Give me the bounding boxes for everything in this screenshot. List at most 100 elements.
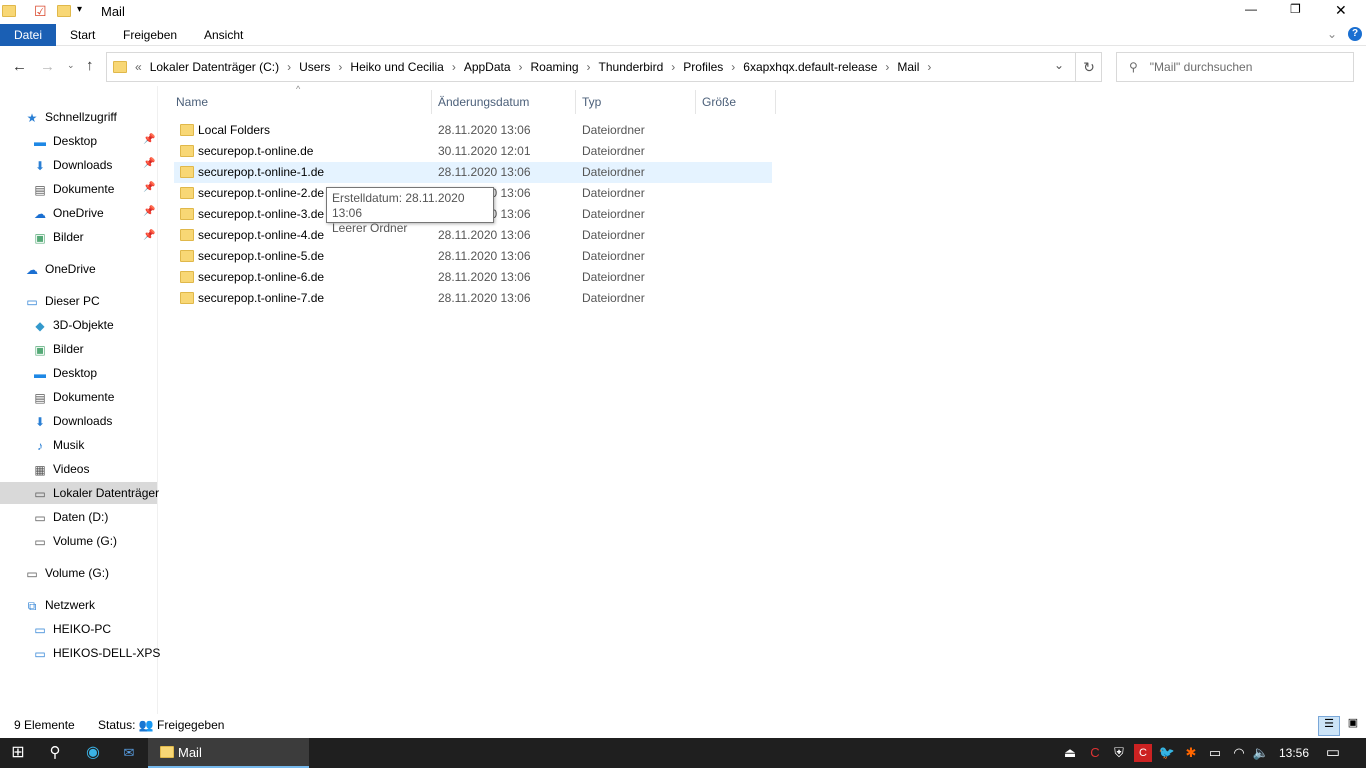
breadcrumb-item[interactable]: Profiles [683,60,723,74]
ccleaner-icon[interactable]: C [1086,738,1104,768]
nav-item[interactable]: ▭ Volume (G:) [24,562,109,584]
tab-freigeben[interactable]: Freigeben [109,24,191,46]
nav-item[interactable]: ▣ Bilder [32,226,83,248]
nav-item[interactable]: ⬇ Downloads [32,410,112,432]
nav-item[interactable]: ▭ Daten (D:) [32,506,108,528]
recent-chevron-icon[interactable]: ⌄ [67,60,75,71]
close-button[interactable]: ✕ [1335,2,1347,19]
tab-ansicht[interactable]: Ansicht [190,24,257,46]
address-dropdown-icon[interactable]: ⌄ [1054,58,1064,72]
file-date: 28.11.2020 13:06 [438,165,531,179]
nav-item[interactable]: ⧉ Netzwerk [24,594,95,616]
wifi-icon[interactable]: ◠ [1230,738,1248,768]
mail-app-icon[interactable]: ✉ [118,738,140,768]
breadcrumb-item[interactable]: Lokaler Datenträger (C:) [150,60,279,74]
file-row[interactable]: securepop.t-online-7.de 28.11.2020 13:06 D… [174,288,772,309]
nav-item[interactable]: ▤ Dokumente [32,178,114,200]
file-row[interactable]: securepop.t-online-6.de 28.11.2020 13:06 D… [174,267,772,288]
help-icon[interactable]: ? [1348,27,1362,41]
nav-item[interactable]: ▬ Desktop [32,130,97,152]
column-header-date[interactable]: Änderungsdatum [432,90,576,114]
clock[interactable]: 13:56 [1276,738,1312,768]
customize-chevron-icon[interactable]: ▾ [77,4,82,15]
breadcrumb-item[interactable]: Heiko und Cecilia [350,60,443,74]
defender-shield-icon[interactable]: ⛨ [1110,738,1128,768]
breadcrumb-chevron-icon[interactable]: › [452,60,456,74]
properties-icon[interactable]: ☑ [34,3,47,20]
breadcrumb-overflow[interactable]: « [135,60,142,74]
edge-browser-icon[interactable]: ◉ [82,738,104,768]
avast-icon[interactable]: ✱ [1182,738,1200,768]
up-button[interactable]: ↑ [86,57,94,74]
minimize-button[interactable]: — [1245,2,1257,16]
nav-item-label: OneDrive [45,262,96,276]
breadcrumb-item[interactable]: Thunderbird [599,60,664,74]
breadcrumb-chevron-icon[interactable]: › [885,60,889,74]
nav-item[interactable]: ▭ HEIKOS-DELL-XPS [32,642,160,664]
file-row[interactable]: Local Folders 28.11.2020 13:06 Dateiordner [174,120,772,141]
file-row[interactable]: securepop.t-online-1.de 28.11.2020 13:06 D… [174,162,772,183]
breadcrumb-item[interactable]: Mail [897,60,919,74]
file-type: Dateiordner [582,249,645,263]
new-folder-icon[interactable] [57,5,71,17]
item-count: 9 Elemente [14,718,75,732]
address-bar[interactable]: « Lokaler Datenträger (C:) › Users › Heiko u… [106,52,1102,82]
nav-item[interactable]: ▤ Dokumente [32,386,114,408]
column-header-type[interactable]: Typ [576,90,696,114]
usb-eject-icon[interactable]: ⏏ [1062,738,1078,768]
nav-item[interactable]: ☁ OneDrive [32,202,104,224]
taskbar-explorer-mail[interactable]: Mail [148,738,309,768]
breadcrumb-chevron-icon[interactable]: › [731,60,735,74]
nav-item[interactable]: ▭ Lokaler Datenträger [0,482,159,504]
breadcrumb-chevron-icon[interactable]: › [519,60,523,74]
taskbar: ⊞ ⚲ ◉ ✉ Mail ⏏ C ⛨ C 🐦 ✱ ▭ ◠ 🔈 13:56 ▭ [0,738,1366,768]
breadcrumb-chevron-icon[interactable]: › [671,60,675,74]
tab-start[interactable]: Start [56,24,109,46]
breadcrumb-chevron-icon[interactable]: › [287,60,291,74]
nav-item[interactable]: ◆ 3D-Objekte [32,314,113,336]
volume-icon[interactable]: 🔈 [1252,738,1270,768]
file-name: securepop.t-online-2.de [198,186,325,200]
expand-ribbon-icon[interactable]: ⌄ [1327,27,1337,41]
breadcrumb-item[interactable]: 6xapxhqx.default-release [743,60,877,74]
breadcrumb-chevron-icon[interactable]: › [338,60,342,74]
file-row[interactable]: securepop.t-online.de 30.11.2020 12:01 Dat… [174,141,772,162]
nav-item[interactable]: ☁ OneDrive [24,258,96,280]
breadcrumb-item[interactable]: Users [299,60,330,74]
nav-item-label: Desktop [53,134,98,148]
file-type: Dateiordner [582,207,645,221]
breadcrumb-item[interactable]: Roaming [531,60,579,74]
forward-button[interactable]: → [40,58,55,75]
nav-item[interactable]: ▭ Dieser PC [24,290,100,312]
nav-item[interactable]: ▭ HEIKO-PC [32,618,111,640]
search-icon[interactable]: ⚲ [44,738,66,768]
column-header-name[interactable]: Name [170,90,432,114]
column-header-size[interactable]: Größe [696,90,776,114]
action-center-icon[interactable]: ▭ [1322,738,1344,768]
nav-item[interactable]: ⬇ Downloads [32,154,112,176]
breadcrumb-chevron-icon[interactable]: › [587,60,591,74]
back-button[interactable]: ← [12,58,27,75]
start-windows-icon[interactable]: ⊞ [8,738,28,768]
battery-icon[interactable]: ▭ [1206,738,1224,768]
nav-item[interactable]: ▭ Volume (G:) [32,530,117,552]
file-row[interactable]: securepop.t-online-5.de 28.11.2020 13:06 D… [174,246,772,267]
nav-item-label: Dieser PC [45,294,100,308]
tab-datei[interactable]: Datei [0,24,56,46]
maximize-button[interactable]: ❐ [1290,2,1301,16]
nav-item[interactable]: ▬ Desktop [32,362,97,384]
breadcrumb-item[interactable]: AppData [464,60,511,74]
thunderbird-tray-icon[interactable]: 🐦 [1158,738,1176,768]
large-icons-view-button[interactable]: ▣ [1343,716,1363,736]
details-view-button[interactable]: ☰ [1318,716,1340,736]
refresh-button[interactable]: ↻ [1075,52,1102,82]
nav-item[interactable]: ★ Schnellzugriff [24,106,117,128]
antivirus-icon[interactable]: C [1134,744,1152,762]
tooltip: Erstelldatum: 28.11.2020 13:06 Leerer Or… [326,187,494,235]
nav-item[interactable]: ▣ Bilder [32,338,83,360]
file-type: Dateiordner [582,165,645,179]
nav-item[interactable]: ▦ Videos [32,458,89,480]
breadcrumb-chevron-icon[interactable]: › [927,60,931,74]
search-input[interactable]: ⚲ "Mail" durchsuchen [1116,52,1354,82]
nav-item[interactable]: ♪ Musik [32,434,84,456]
